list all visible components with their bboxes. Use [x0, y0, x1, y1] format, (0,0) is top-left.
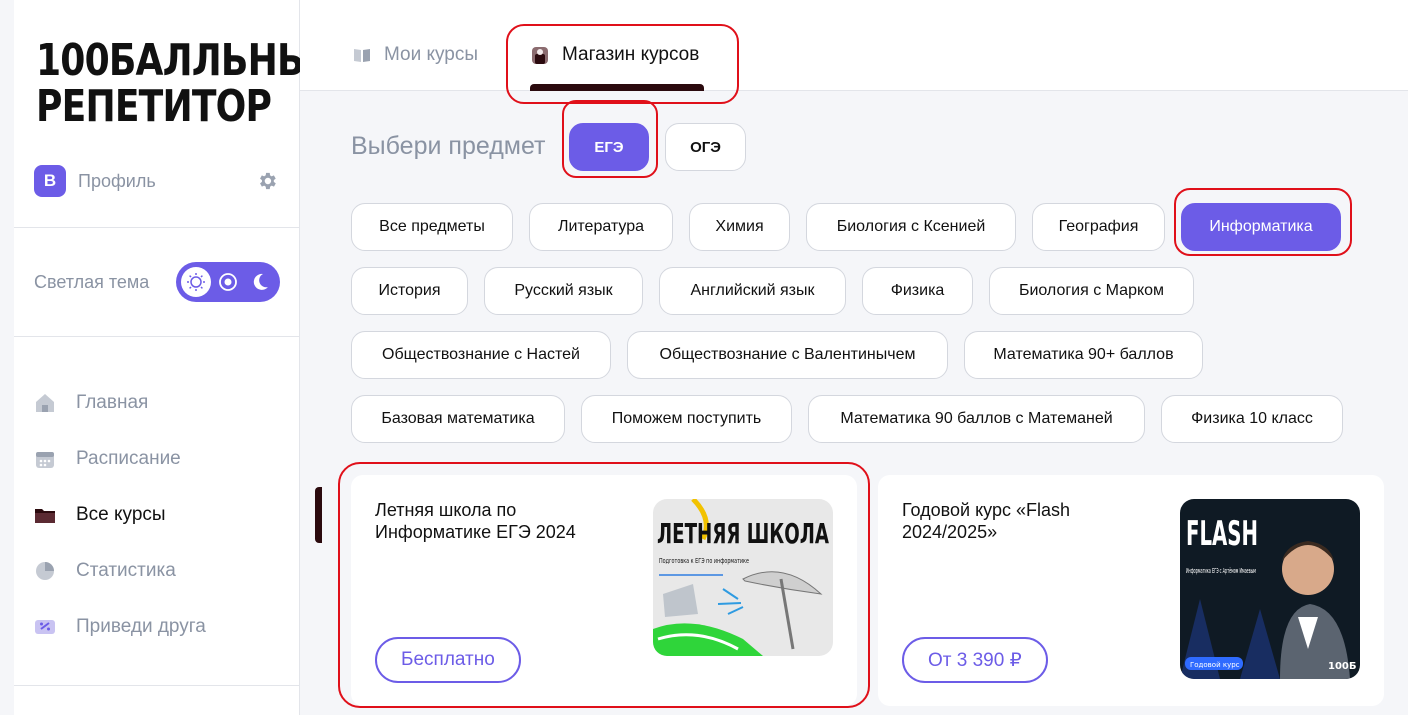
exam-oge-button[interactable]: ОГЭ — [665, 123, 746, 171]
divider — [14, 227, 300, 228]
profile-label: Профиль — [78, 170, 156, 191]
subject-button[interactable]: История — [351, 267, 468, 315]
subject-button[interactable]: Базовая математика — [351, 395, 565, 443]
course-image: FLASH Информатика ЕГЭ с Артёмом Имаевым … — [1180, 499, 1360, 679]
subject-button[interactable]: География — [1032, 203, 1165, 251]
tab-course-store[interactable]: Магазин курсов — [530, 40, 699, 70]
sidebar-item-home[interactable]: Главная — [34, 375, 300, 431]
sidebar-item-refer-friend[interactable]: Приведи друга — [34, 599, 300, 655]
calendar-icon — [34, 448, 56, 470]
divider — [14, 685, 300, 686]
course-title: Летняя школа по Информатике ЕГЭ 2024 — [375, 500, 576, 542]
course-image-heading: ЛЕТНЯЯ ШКОЛА — [657, 517, 829, 550]
price-button[interactable]: От 3 390 ₽ — [902, 637, 1048, 683]
avatar: В — [34, 165, 66, 197]
course-card[interactable]: Годовой курс «Flash 2024/2025» От 3 390 … — [878, 475, 1384, 706]
theme-toggle[interactable] — [176, 262, 280, 302]
active-indicator — [315, 487, 322, 543]
theme-row: Светлая тема — [34, 262, 284, 302]
sidebar-item-label: Все курсы — [76, 504, 166, 525]
sidebar-item-label: Статистика — [76, 560, 176, 581]
top-tabs: Мои курсы Магазин курсов — [300, 0, 1408, 91]
course-card[interactable]: Летняя школа по Информатике ЕГЭ 2024 Бес… — [351, 475, 857, 706]
subject-button[interactable]: Математика 90+ баллов — [964, 331, 1203, 379]
logo[interactable]: 100БАЛЛЬНЫЙ РЕПЕТИТОР — [36, 35, 344, 138]
divider — [14, 336, 300, 337]
subject-button[interactable]: Поможем поступить — [581, 395, 792, 443]
subject-button[interactable]: Обществознание с Валентинычем — [627, 331, 948, 379]
pie-chart-icon — [34, 560, 56, 582]
active-tab-underline — [530, 84, 704, 91]
exam-ege-button[interactable]: ЕГЭ — [569, 123, 649, 171]
course-image-badge: Годовой курс — [1190, 661, 1240, 669]
tab-my-courses[interactable]: Мои курсы — [352, 40, 478, 70]
course-image-caption: Подготовка к ЕГЭ по информатике — [659, 557, 749, 565]
logo-line-2: РЕПЕТИТОР — [36, 81, 272, 132]
subject-button[interactable]: Биология с Ксенией — [806, 203, 1016, 251]
section-title: Выбери предмет — [351, 132, 546, 160]
home-icon — [34, 392, 56, 414]
sidebar-item-label: Главная — [76, 392, 149, 413]
sidebar-item-statistics[interactable]: Статистика — [34, 543, 300, 599]
subject-button[interactable]: Английский язык — [659, 267, 846, 315]
tab-label: Мои курсы — [384, 44, 479, 65]
shop-bag-icon — [532, 47, 548, 64]
gear-icon[interactable] — [256, 170, 278, 192]
subject-button[interactable]: Физика — [862, 267, 973, 315]
course-image-heading: FLASH — [1186, 514, 1258, 554]
course-image-caption: Информатика ЕГЭ с Артёмом Имаевым — [1186, 567, 1256, 575]
subject-button[interactable]: Литература — [529, 203, 673, 251]
course-image: ЛЕТНЯЯ ШКОЛА Подготовка к ЕГЭ по информа… — [653, 499, 833, 656]
subject-button[interactable]: Русский язык — [484, 267, 643, 315]
moon-icon[interactable] — [245, 267, 275, 297]
sidebar-nav: Главная Расписание Все курсы Статистика — [34, 375, 322, 655]
price-button[interactable]: Бесплатно — [375, 637, 521, 683]
ticket-icon — [34, 616, 56, 638]
subject-button[interactable]: Обществознание с Настей — [351, 331, 611, 379]
book-icon — [354, 49, 370, 62]
theme-label: Светлая тема — [34, 271, 150, 292]
subject-button[interactable]: Биология с Марком — [989, 267, 1194, 315]
sidebar-item-all-courses[interactable]: Все курсы — [34, 487, 322, 543]
subject-button-selected[interactable]: Информатика — [1181, 203, 1341, 251]
subject-button[interactable]: Математика 90 баллов с Матеманей — [808, 395, 1145, 443]
sidebar-item-label: Расписание — [76, 448, 181, 469]
auto-theme-icon[interactable] — [213, 267, 243, 297]
profile-link[interactable]: В Профиль — [34, 165, 284, 197]
subject-button[interactable]: Химия — [689, 203, 790, 251]
subject-button[interactable]: Физика 10 класс — [1161, 395, 1343, 443]
sidebar-item-schedule[interactable]: Расписание — [34, 431, 300, 487]
folder-icon — [34, 504, 56, 526]
sun-icon[interactable] — [181, 267, 211, 297]
subject-button[interactable]: Все предметы — [351, 203, 513, 251]
course-title: Годовой курс «Flash 2024/2025» — [902, 500, 1071, 542]
logo-line-1: 100БАЛЛЬНЫЙ — [36, 35, 344, 86]
tab-label: Магазин курсов — [562, 44, 700, 65]
sidebar-item-label: Приведи друга — [76, 616, 206, 637]
sidebar: 100БАЛЛЬНЫЙ РЕПЕТИТОР В Профиль Светлая … — [14, 0, 344, 715]
course-image-brand: 100Б — [1328, 661, 1357, 672]
